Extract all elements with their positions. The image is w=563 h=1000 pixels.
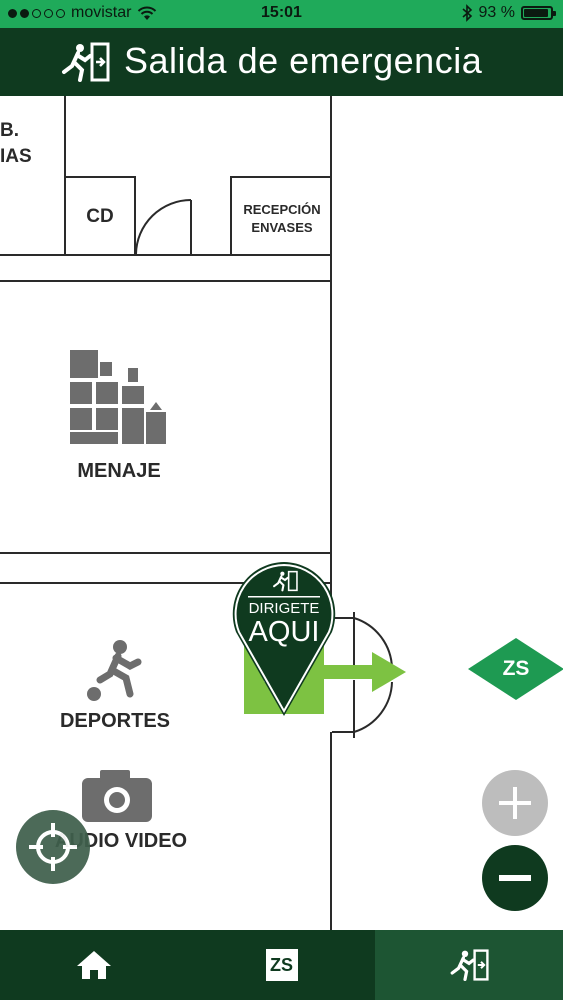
plus-icon (499, 787, 531, 819)
home-icon (76, 951, 111, 979)
room-label-cd: CD (86, 206, 114, 227)
room-label-partial: B. (0, 120, 19, 141)
safe-zone-tab-icon: ZS (265, 949, 298, 981)
bluetooth-icon (462, 4, 472, 22)
safe-zone-badge[interactable]: ZS (466, 636, 563, 702)
room-label-deportes: DEPORTES (59, 710, 171, 732)
page-title: Salida de emergencia (124, 40, 483, 81)
tab-emergency-exit[interactable] (375, 930, 563, 1000)
room-label-menaje: MENAJE (77, 460, 161, 482)
battery-icon (521, 6, 556, 20)
camera-icon (82, 770, 152, 822)
tab-home[interactable] (0, 930, 188, 1000)
room-label-envases: ENVASES (251, 220, 313, 235)
room-label-recepcion: RECEPCIÓN (243, 202, 321, 217)
status-bar: movistar 15:01 93 % (0, 0, 563, 28)
minus-icon (499, 875, 531, 881)
door-swing (135, 199, 192, 255)
crosshair-icon (29, 823, 77, 871)
tab-safe-zone[interactable]: ZS (188, 930, 376, 1000)
pin-text-dirigete: DIRIGETE (248, 600, 320, 617)
floor-map[interactable]: B. IAS CD RECEPCIÓN ENVASES MENAJE DEPOR… (0, 96, 563, 930)
zoom-out-button[interactable] (482, 845, 548, 911)
pin-exit-icon (273, 570, 298, 592)
safe-zone-label: ZS (502, 657, 530, 680)
kitchenware-icon (70, 350, 166, 444)
app-header: Salida de emergencia (0, 28, 563, 96)
emergency-exit-icon (62, 42, 110, 82)
emergency-exit-icon (450, 949, 489, 981)
zoom-in-button[interactable] (482, 770, 548, 836)
room-label-partial-2: IAS (0, 146, 32, 167)
locate-me-button[interactable] (16, 810, 90, 884)
battery-percent: 93 % (478, 4, 515, 21)
tab-bar: ZS (0, 930, 563, 1000)
location-pin: DIRIGETE AQUI (230, 560, 338, 716)
sports-icon (87, 640, 142, 701)
pin-text-aqui: AQUI (248, 616, 320, 648)
